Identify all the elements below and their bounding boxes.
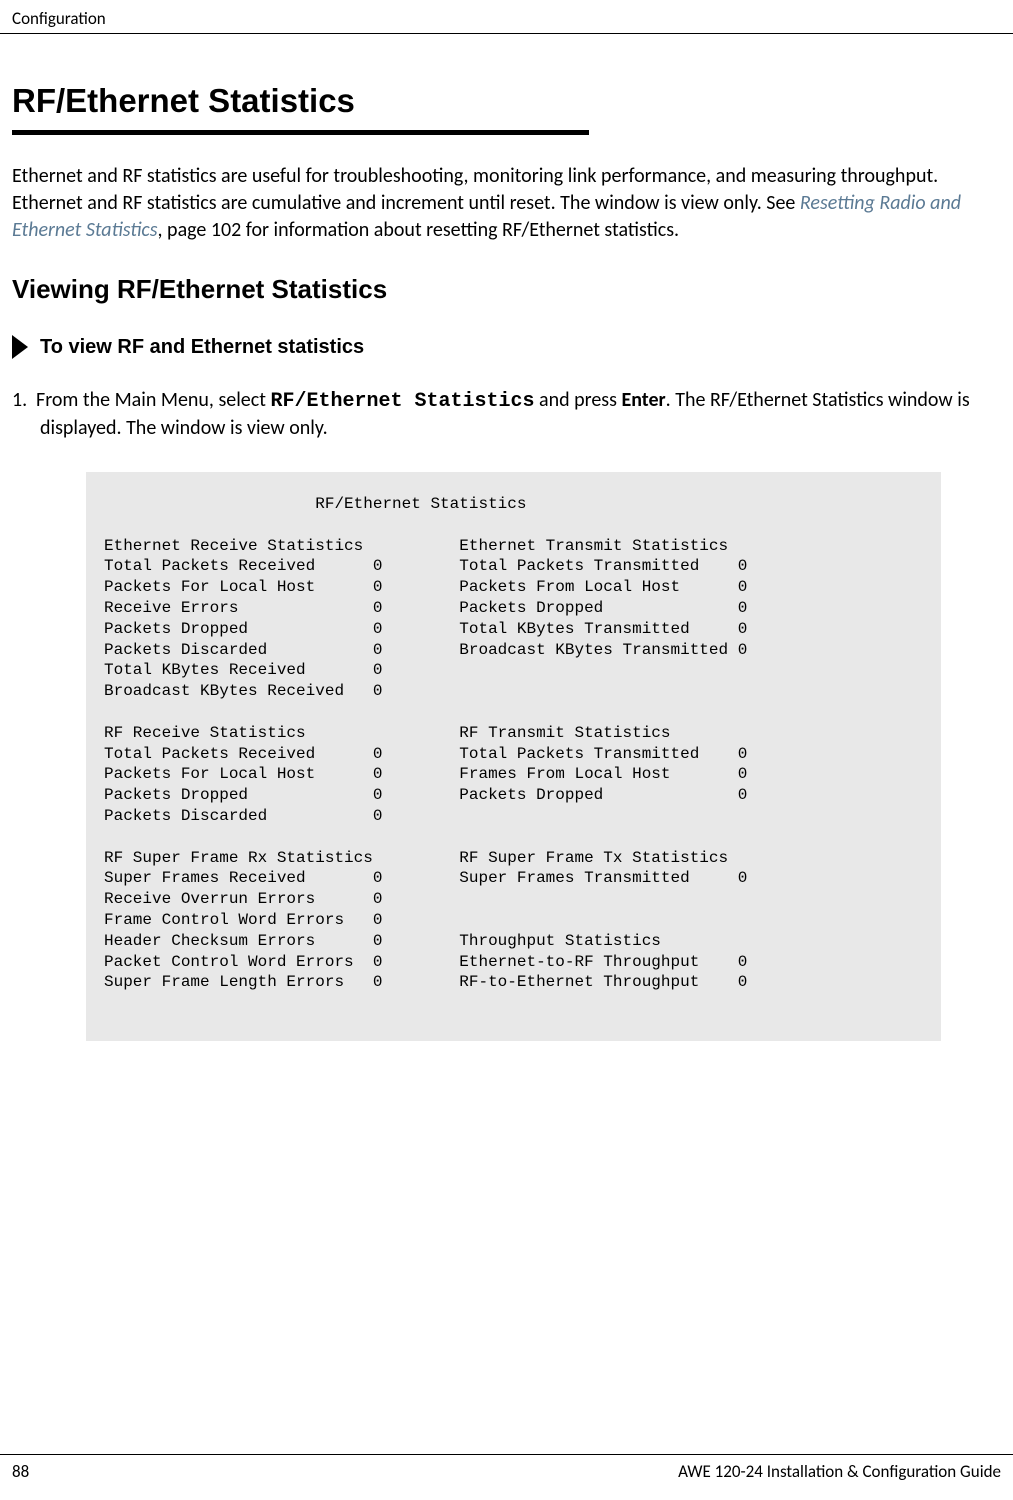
statistics-window: RF/Ethernet Statistics Ethernet Receive …	[86, 472, 941, 1041]
arrow-icon	[12, 335, 28, 359]
footer-title: AWE 120-24 Installation & Configuration …	[678, 1461, 1001, 1482]
intro-paragraph: Ethernet and RF statistics are useful fo…	[12, 163, 1001, 244]
step-1: 1.From the Main Menu, select RF/Ethernet…	[40, 387, 1001, 442]
step-text-mid: and press	[534, 388, 621, 412]
step-number: 1.	[12, 387, 36, 414]
menu-item-name: RF/Ethernet Statistics	[270, 390, 534, 413]
section-name: Configuration	[12, 8, 1013, 33]
heading-underline	[12, 130, 589, 135]
procedure-title-text: To view RF and Ethernet statistics	[40, 336, 364, 359]
key-name: Enter	[621, 388, 665, 412]
sub-heading: Viewing RF/Ethernet Statistics	[12, 274, 1001, 305]
step-text-prefix: From the Main Menu, select	[36, 388, 270, 412]
procedure-title-row: To view RF and Ethernet statistics	[12, 335, 1001, 359]
page-content: RF/Ethernet Statistics Ethernet and RF s…	[0, 82, 1013, 1041]
intro-text-part2: , page 102 for information about resetti…	[158, 218, 680, 242]
step-list: 1.From the Main Menu, select RF/Ethernet…	[12, 387, 1001, 442]
main-heading: RF/Ethernet Statistics	[12, 82, 1001, 130]
page-footer: 88 AWE 120-24 Installation & Configurati…	[0, 1454, 1013, 1482]
page-header: Configuration	[0, 0, 1013, 34]
page-number: 88	[12, 1461, 29, 1482]
